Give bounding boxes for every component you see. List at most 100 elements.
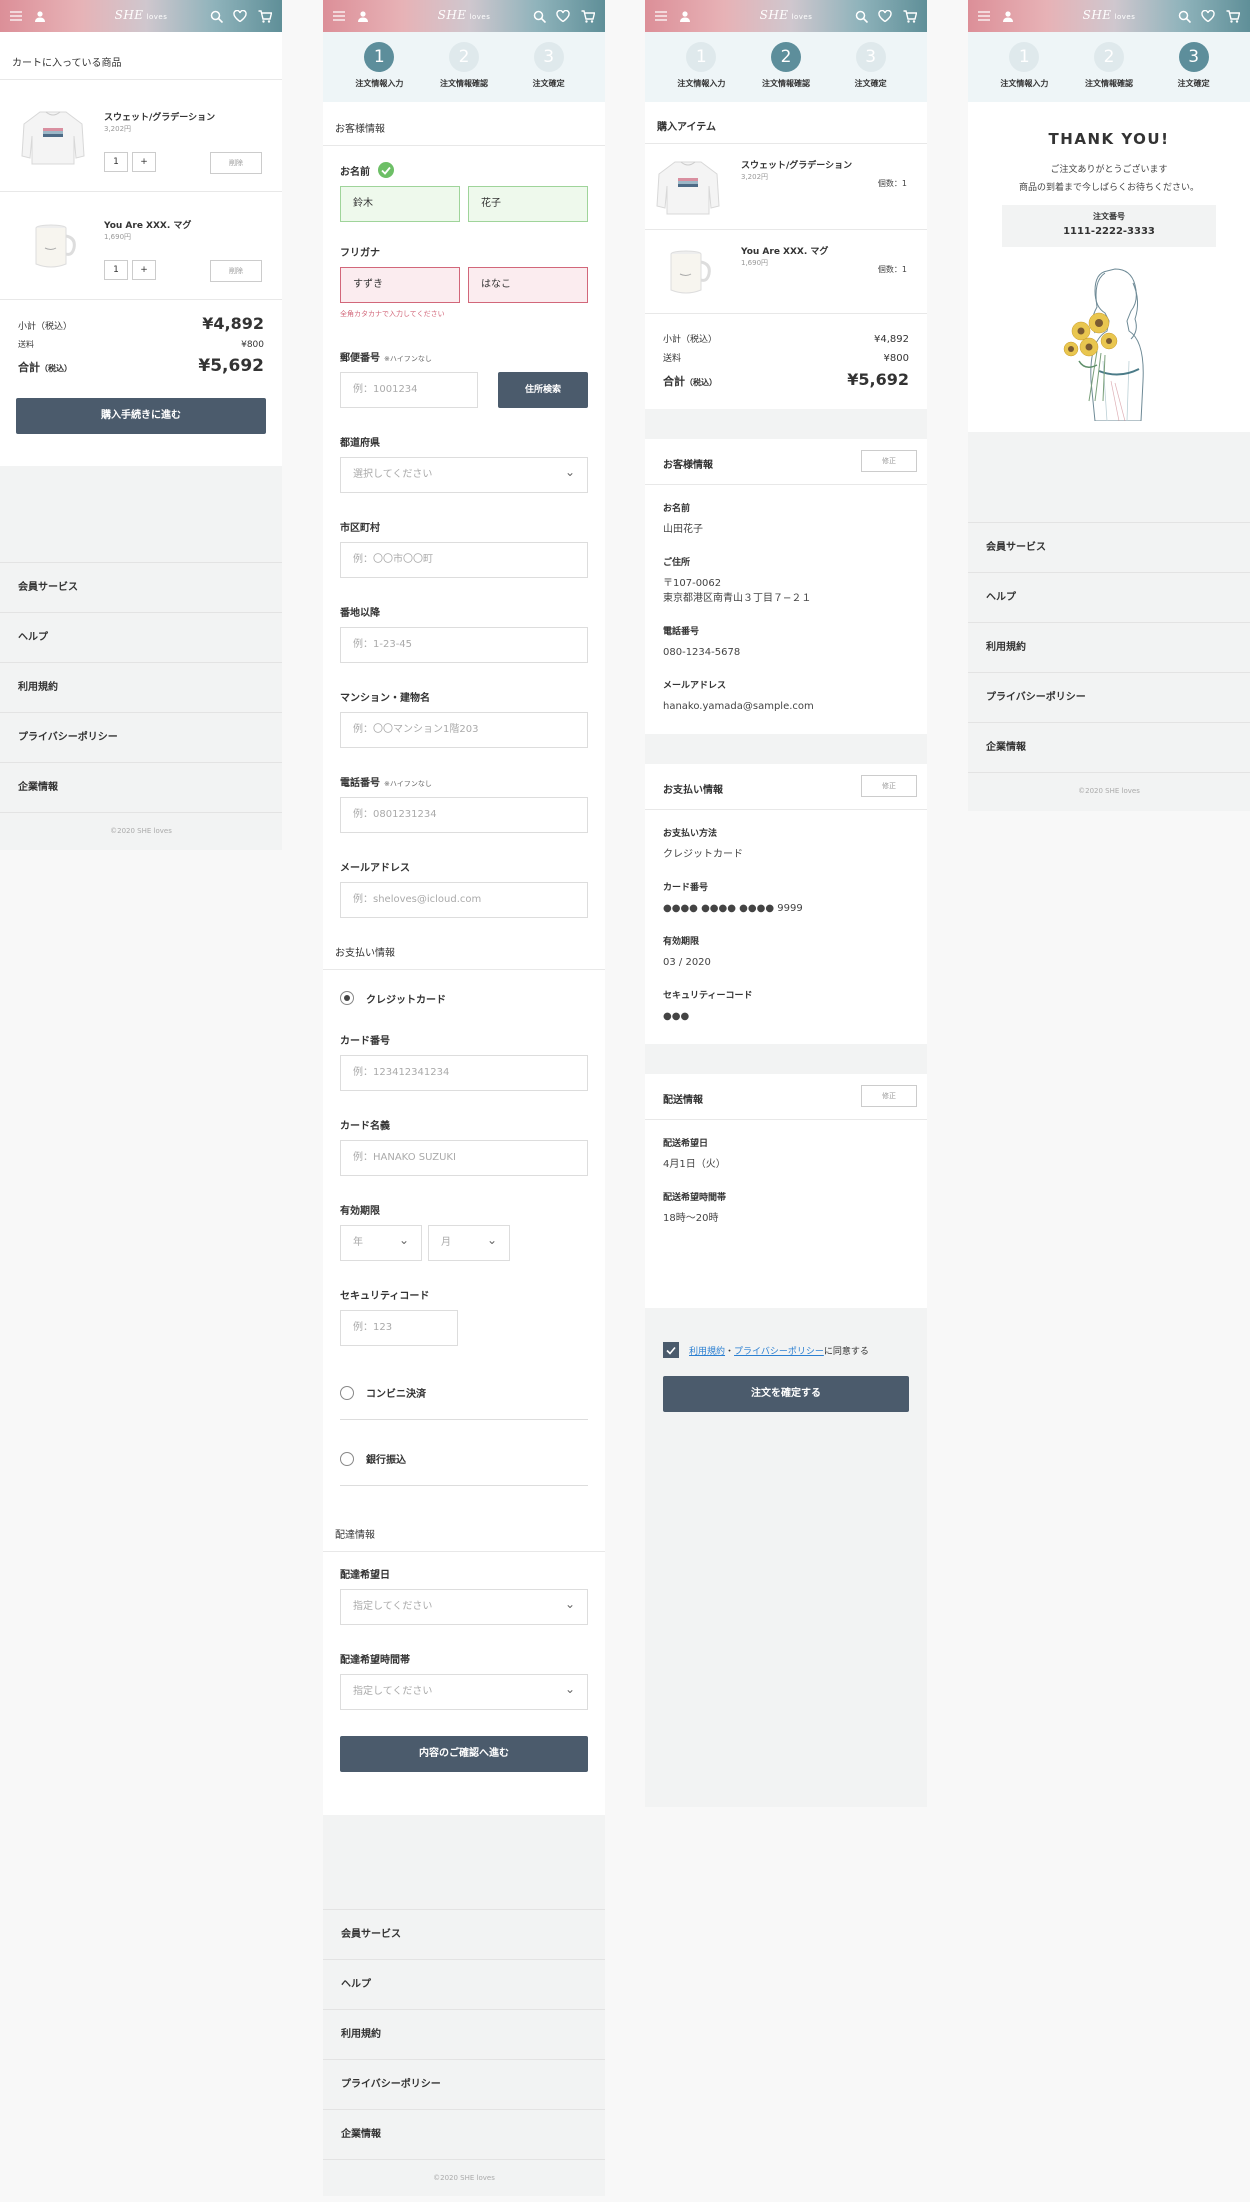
- heart-icon[interactable]: [1198, 0, 1218, 32]
- radio-selected-icon: [340, 991, 354, 1005]
- footer-link-member[interactable]: 会員サービス: [968, 522, 1250, 572]
- address-search-button[interactable]: 住所検索: [498, 372, 588, 408]
- ship-date-label: 配達希望日: [340, 1570, 390, 1581]
- delete-button[interactable]: 削除: [210, 260, 262, 282]
- increment-button[interactable]: +: [132, 260, 156, 280]
- progress-steps: 1 注文情報入力 2 注文情報確認 3 注文確定: [645, 32, 927, 102]
- city-input[interactable]: 例：〇〇市〇〇町: [340, 542, 588, 578]
- footer-link-privacy[interactable]: プライバシーポリシー: [0, 712, 282, 762]
- order-number: 1111-2222-3333: [1063, 226, 1155, 237]
- footer-link-privacy[interactable]: プライバシーポリシー: [968, 672, 1250, 722]
- order-summary: 小計（税込） ¥4,892 送料 ¥800 合計（税込） ¥5,692: [645, 314, 927, 409]
- copyright: ©2020 SHE loves: [968, 772, 1250, 808]
- ship-date-select[interactable]: 指定してください: [340, 1587, 588, 1625]
- ship-time-select[interactable]: 指定してください: [340, 1672, 588, 1710]
- building-input[interactable]: 例：〇〇マンション1階203: [340, 712, 588, 748]
- last-name-input[interactable]: 鈴木: [340, 186, 460, 222]
- heart-icon[interactable]: [230, 0, 250, 32]
- edit-customer-button[interactable]: 修正: [861, 450, 917, 472]
- payment-bank-radio[interactable]: 銀行振込: [340, 1432, 588, 1486]
- delete-button[interactable]: 削除: [210, 152, 262, 174]
- building-label: マンション・建物名: [340, 693, 430, 704]
- cart-icon[interactable]: [900, 0, 920, 32]
- address-input[interactable]: 例：1-23-45: [340, 627, 588, 663]
- step-2: 2 注文情報確認: [1069, 42, 1149, 102]
- item-name[interactable]: You Are XXX. マグ: [104, 218, 191, 231]
- footer-link-terms[interactable]: 利用規約: [0, 662, 282, 712]
- search-icon[interactable]: [529, 0, 549, 32]
- first-kana-input[interactable]: はなこ: [468, 267, 588, 303]
- total-label: 合計（税込）: [663, 375, 717, 388]
- total-value: ¥5,692: [198, 356, 264, 376]
- kana-error: 全角カタカナで入力してください: [340, 310, 445, 318]
- site-header: SHE loves: [0, 0, 282, 32]
- cart-icon[interactable]: [1223, 0, 1243, 32]
- shipping-label: 送料: [663, 354, 682, 364]
- expiry-month-select[interactable]: 月: [428, 1223, 510, 1261]
- tel-label: 電話番号 ※ハイフンなし: [340, 778, 432, 789]
- order-number-label: 注文番号: [1093, 212, 1125, 221]
- total-label: 合計（税込）: [18, 361, 72, 374]
- confirm-next-button[interactable]: 内容のご確認へ進む: [340, 1736, 588, 1772]
- payment-credit-radio[interactable]: クレジットカード: [340, 980, 588, 1016]
- footer-link-terms[interactable]: 利用規約: [323, 2009, 605, 2059]
- footer-link-company[interactable]: 企業情報: [968, 722, 1250, 772]
- search-icon[interactable]: [206, 0, 226, 32]
- order-complete-screen: SHE loves 1 注文情報入力 2 注文情報確認 3 注文確定 THANK YOU…: [968, 0, 1250, 811]
- expiry-year-select[interactable]: 年: [340, 1223, 422, 1261]
- heart-icon[interactable]: [553, 0, 573, 32]
- payment-konbini-radio[interactable]: コンビニ決済: [340, 1366, 588, 1420]
- increment-button[interactable]: +: [132, 152, 156, 172]
- shipping-value: ¥800: [883, 353, 909, 364]
- heart-icon[interactable]: [875, 0, 895, 32]
- first-name-input[interactable]: 花子: [468, 186, 588, 222]
- footer-link-member[interactable]: 会員サービス: [0, 562, 282, 612]
- customer-name: 山田花子: [663, 524, 703, 535]
- agree-checkbox[interactable]: [663, 1342, 679, 1358]
- search-icon[interactable]: [1174, 0, 1194, 32]
- subtotal-label: 小計（税込）: [18, 322, 73, 332]
- footer-link-help[interactable]: ヘルプ: [323, 1959, 605, 2009]
- edit-shipping-button[interactable]: 修正: [861, 1085, 917, 1107]
- card-expiry: 03 / 2020: [663, 957, 711, 968]
- email-input[interactable]: 例：sheloves@icloud.com: [340, 882, 588, 918]
- checkout-button[interactable]: 購入手続きに進む: [16, 398, 266, 434]
- place-order-button[interactable]: 注文を確定する: [663, 1376, 909, 1412]
- cart-item: スウェット/グラデーション 3,202円 1 + 削除: [0, 80, 282, 192]
- subtotal-label: 小計（税込）: [663, 335, 718, 345]
- site-footer: 会員サービス ヘルプ 利用規約 プライバシーポリシー 企業情報 ©2020 SH…: [323, 1815, 605, 2196]
- privacy-link[interactable]: プライバシーポリシー: [734, 1344, 824, 1357]
- card-number-input[interactable]: 例：123412341234: [340, 1055, 588, 1091]
- footer-link-member[interactable]: 会員サービス: [323, 1909, 605, 1959]
- card-name-input[interactable]: 例：HANAKO SUZUKI: [340, 1140, 588, 1176]
- quantity-value[interactable]: 1: [104, 260, 128, 280]
- ship-date: 4月1日（火）: [663, 1159, 726, 1170]
- customer-address: 〒107-0062 東京都港区南青山３丁目７−２１: [663, 578, 812, 604]
- zip-input[interactable]: 例：1001234: [340, 372, 478, 408]
- quantity-value[interactable]: 1: [104, 152, 128, 172]
- tel-input[interactable]: 例：0801231234: [340, 797, 588, 833]
- item-price: 3,202円: [741, 173, 769, 181]
- edit-payment-button[interactable]: 修正: [861, 775, 917, 797]
- cart-icon[interactable]: [578, 0, 598, 32]
- search-icon[interactable]: [851, 0, 871, 32]
- footer-link-terms[interactable]: 利用規約: [968, 622, 1250, 672]
- footer-link-privacy[interactable]: プライバシーポリシー: [323, 2059, 605, 2109]
- prefecture-select[interactable]: 選択してください: [340, 455, 588, 493]
- footer-link-help[interactable]: ヘルプ: [968, 572, 1250, 622]
- card-cvc: ●●●: [663, 1011, 690, 1022]
- terms-link[interactable]: 利用規約: [689, 1344, 725, 1357]
- footer-link-company[interactable]: 企業情報: [0, 762, 282, 812]
- zip-label: 郵便番号 ※ハイフンなし: [340, 353, 432, 364]
- sweatshirt-image[interactable]: [18, 106, 88, 170]
- item-name: You Are XXX. マグ: [741, 247, 829, 257]
- mug-image[interactable]: [18, 214, 88, 278]
- cart-icon[interactable]: [255, 0, 275, 32]
- item-name[interactable]: スウェット/グラデーション: [104, 110, 215, 123]
- last-kana-input[interactable]: すずき: [340, 267, 460, 303]
- footer-link-help[interactable]: ヘルプ: [0, 612, 282, 662]
- step-3: 3 注文確定: [831, 42, 911, 102]
- cvc-input[interactable]: 例：123: [340, 1310, 458, 1346]
- footer-link-company[interactable]: 企業情報: [323, 2109, 605, 2159]
- city-label: 市区町村: [340, 523, 380, 534]
